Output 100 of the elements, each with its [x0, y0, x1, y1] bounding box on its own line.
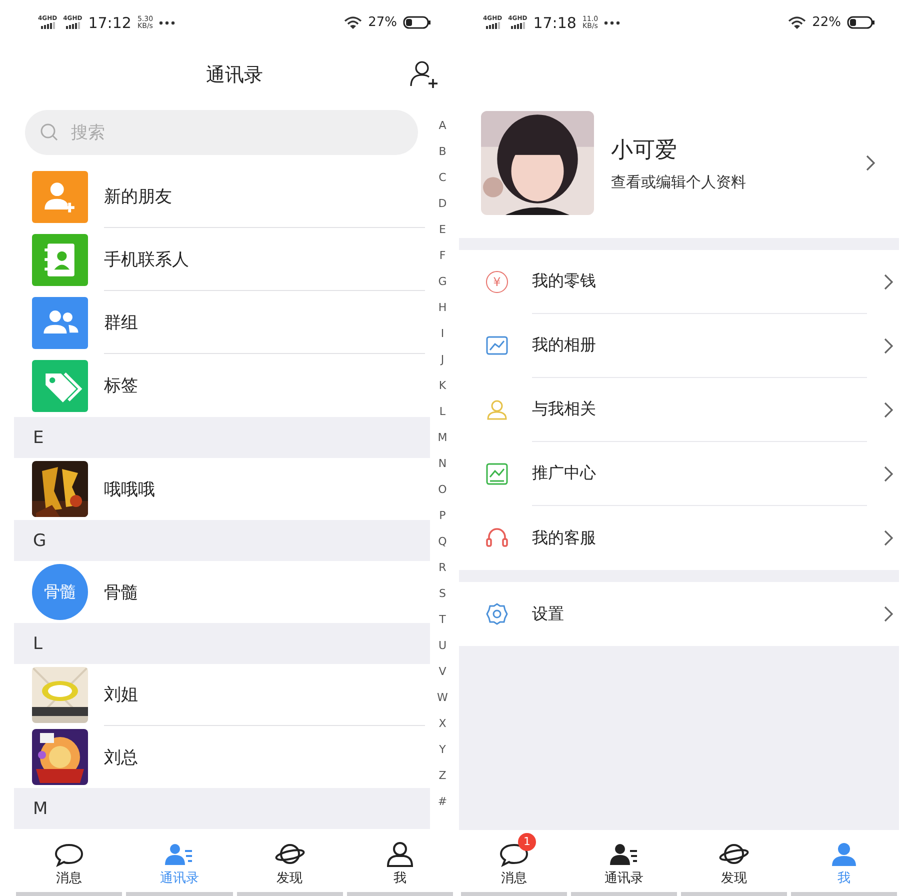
index-letter[interactable]: R: [438, 555, 446, 581]
menu-item[interactable]: 设置: [459, 582, 899, 646]
wifi-icon: [788, 16, 806, 30]
section-letter: L: [33, 634, 42, 654]
menu-label: 与我相关: [532, 399, 597, 420]
tab[interactable]: 消息 1: [461, 830, 567, 896]
index-letter[interactable]: D: [438, 191, 447, 217]
index-letter[interactable]: X: [438, 711, 446, 737]
contacts-icon: [164, 841, 194, 867]
tab[interactable]: 我: [346, 830, 453, 896]
signal-icon: [66, 22, 80, 29]
index-letter[interactable]: #: [438, 789, 448, 815]
section-letter: E: [33, 428, 44, 448]
index-letter[interactable]: A: [438, 113, 446, 139]
index-letter[interactable]: Z: [438, 763, 446, 789]
index-letter[interactable]: W: [437, 685, 448, 711]
index-letter[interactable]: S: [439, 581, 446, 607]
list-item[interactable]: 群组: [14, 291, 430, 354]
contact-row[interactable]: 刘总: [14, 726, 430, 788]
page-title: 通讯录: [206, 63, 263, 88]
section-letter: M: [33, 798, 48, 818]
menu-label: 设置: [532, 604, 565, 624]
chevron-icon: [883, 466, 893, 482]
profile-name: 小可爱: [611, 136, 678, 164]
index-letter[interactable]: P: [439, 503, 446, 529]
chevron-icon: [883, 274, 893, 290]
search-field[interactable]: 搜索: [25, 110, 418, 155]
index-letter[interactable]: G: [438, 269, 447, 295]
index-letter[interactable]: J: [440, 347, 444, 373]
contact-name: 哦哦哦: [104, 478, 155, 500]
signal-icon: [40, 22, 55, 29]
contacts-icon: [609, 841, 639, 867]
index-letter[interactable]: C: [438, 165, 446, 191]
chevron-icon: [883, 530, 893, 546]
list-item[interactable]: 标签: [14, 354, 430, 417]
battery-icon: [847, 16, 875, 29]
index-letter[interactable]: H: [438, 295, 447, 321]
status-time: 17:12: [88, 14, 132, 32]
person-icon: [829, 841, 859, 867]
battery-icon: [403, 16, 431, 29]
more-icon: [159, 20, 176, 24]
index-letter[interactable]: B: [438, 139, 446, 165]
signal-icon: [486, 22, 500, 29]
tab[interactable]: 通讯录: [571, 830, 677, 896]
chat-bubble-icon: [54, 841, 84, 867]
profile-subtitle: 查看或编辑个人资料: [611, 172, 747, 192]
index-letter[interactable]: I: [440, 321, 444, 347]
chevron-icon: [883, 402, 893, 418]
section-letter: G: [33, 530, 46, 550]
menu-item[interactable]: 我的相册: [459, 314, 899, 378]
index-letter[interactable]: V: [438, 659, 446, 685]
index-letter[interactable]: U: [438, 633, 447, 659]
tab[interactable]: 发现: [681, 830, 787, 896]
index-letter[interactable]: E: [439, 217, 446, 243]
contact-row[interactable]: 骨髓 骨髓: [14, 561, 430, 623]
index-letter[interactable]: O: [438, 477, 447, 503]
planet-icon: [719, 841, 749, 867]
menu-item[interactable]: 我的客服: [459, 506, 899, 570]
contact-name: 刘总: [104, 746, 138, 768]
signal-icon: [510, 22, 525, 29]
index-letter[interactable]: L: [439, 399, 446, 425]
chevron-icon: [865, 155, 875, 171]
list-item[interactable]: 手机联系人: [14, 228, 430, 291]
menu-item[interactable]: 推广中心: [459, 442, 899, 506]
wifi-icon: [344, 16, 362, 30]
index-letter[interactable]: F: [439, 243, 446, 269]
menu-item[interactable]: 与我相关: [459, 378, 899, 442]
index-letter[interactable]: K: [438, 373, 446, 399]
chevron-icon: [883, 606, 893, 622]
more-icon: [604, 20, 620, 24]
menu-label: 我的相册: [532, 335, 597, 356]
planet-icon: [274, 841, 305, 867]
menu-label: 推广中心: [532, 463, 597, 484]
index-letter[interactable]: N: [438, 451, 447, 477]
tab[interactable]: 发现: [236, 830, 343, 896]
menu-item[interactable]: ¥ 我的零钱: [459, 250, 899, 314]
contact-row[interactable]: 哦哦哦: [14, 458, 430, 520]
menu-label: 我的零钱: [532, 271, 597, 292]
index-letter[interactable]: Y: [439, 737, 446, 763]
list-item[interactable]: 新的朋友: [14, 165, 430, 228]
status-time: 17:18: [533, 14, 576, 32]
person-icon: [384, 841, 415, 867]
index-letter[interactable]: T: [439, 607, 446, 633]
index-letter[interactable]: M: [438, 425, 448, 451]
avatar: 骨髓: [32, 564, 88, 620]
battery-percent: 22%: [812, 15, 841, 30]
menu-label: 我的客服: [532, 528, 597, 548]
add-contact-icon[interactable]: [409, 59, 439, 89]
tab[interactable]: 消息: [16, 830, 122, 896]
contact-row[interactable]: 刘姐: [14, 664, 430, 726]
coin-icon: ¥: [486, 271, 508, 293]
contact-name: 刘姐: [104, 684, 138, 706]
item-label: 新的朋友: [104, 186, 172, 208]
chevron-icon: [883, 338, 893, 354]
contact-name: 骨髓: [104, 582, 138, 604]
item-label: 手机联系人: [104, 248, 189, 270]
item-label: 群组: [104, 312, 138, 334]
item-label: 标签: [104, 375, 138, 397]
index-letter[interactable]: Q: [438, 529, 447, 555]
battery-percent: 27%: [368, 15, 397, 30]
